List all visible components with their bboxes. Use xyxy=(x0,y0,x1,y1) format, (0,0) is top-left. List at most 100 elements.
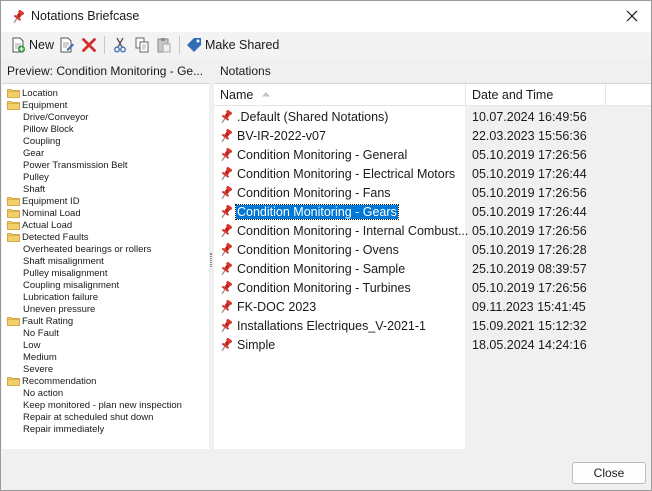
notation-name-cell[interactable]: Condition Monitoring - Internal Combust.… xyxy=(214,223,468,239)
notation-name: Condition Monitoring - Internal Combust.… xyxy=(237,223,469,238)
notation-name-cell[interactable]: Condition Monitoring - Gears xyxy=(214,203,465,220)
notation-name-cell[interactable]: BV-IR-2022-v07 xyxy=(214,128,465,144)
notation-name-cell[interactable]: .Default (Shared Notations) xyxy=(214,109,465,125)
notation-name-cell[interactable]: Simple xyxy=(214,337,465,353)
tree-item[interactable]: Gear xyxy=(2,147,209,159)
tree-item[interactable]: No Fault xyxy=(2,327,209,339)
notation-row[interactable]: Condition Monitoring - Internal Combust.… xyxy=(214,221,468,240)
tree-item-label: Drive/Conveyor xyxy=(23,111,89,123)
notations-briefcase-window: Notations Briefcase New Make Shared Prev… xyxy=(0,0,652,491)
notation-row[interactable]: BV-IR-2022-v07 xyxy=(214,126,465,145)
notation-name-cell[interactable]: Installations Electriques_V-2021-1 xyxy=(214,318,465,334)
notation-date[interactable]: 05.10.2019 17:26:44 xyxy=(466,164,651,183)
tree-folder[interactable]: Recommendation xyxy=(2,375,209,387)
notation-name-cell[interactable]: Condition Monitoring - Sample xyxy=(214,261,465,277)
sort-ascending-icon xyxy=(262,92,270,97)
tree-item[interactable]: No action xyxy=(2,387,209,399)
column-header-name[interactable]: Name xyxy=(214,84,466,106)
notation-row[interactable]: Condition Monitoring - General xyxy=(214,145,465,164)
column-header-name-label: Name xyxy=(220,88,254,102)
edit-button[interactable] xyxy=(56,34,78,56)
folder-icon xyxy=(7,101,20,110)
tree-item-label: Power Transmission Belt xyxy=(23,159,128,171)
tree-folder[interactable]: Equipment xyxy=(2,99,209,111)
date-column: 10.07.2024 16:49:56 22.03.2023 15:56:36 05… xyxy=(466,107,651,354)
notation-name-cell[interactable]: Condition Monitoring - Fans xyxy=(214,185,465,201)
notation-name-cell[interactable]: Condition Monitoring - General xyxy=(214,147,465,163)
notation-date[interactable]: 15.09.2021 15:12:32 xyxy=(466,316,651,335)
tree-item[interactable]: Coupling xyxy=(2,135,209,147)
tree-item[interactable]: Power Transmission Belt xyxy=(2,159,209,171)
tree-item[interactable]: Drive/Conveyor xyxy=(2,111,209,123)
tree-item-label: Location xyxy=(22,87,58,99)
notation-date[interactable]: 05.10.2019 17:26:56 xyxy=(466,145,651,164)
notation-row[interactable]: Installations Electriques_V-2021-1 xyxy=(214,316,465,335)
notation-row[interactable]: Condition Monitoring - Sample xyxy=(214,259,465,278)
folder-icon xyxy=(7,89,20,98)
new-button[interactable]: New xyxy=(8,34,56,56)
pushpin-icon xyxy=(13,9,25,24)
tree-item[interactable]: Pillow Block xyxy=(2,123,209,135)
notation-date[interactable]: 05.10.2019 17:26:56 xyxy=(466,221,651,240)
folder-icon xyxy=(7,197,20,206)
tree-item[interactable]: Overheated bearings or rollers xyxy=(2,243,209,255)
tree-item-label: Equipment ID xyxy=(22,195,80,207)
tree-item[interactable]: Repair at scheduled shut down xyxy=(2,411,209,423)
notation-name-cell[interactable]: Condition Monitoring - Ovens xyxy=(214,242,465,258)
close-button[interactable]: Close xyxy=(572,462,646,484)
notation-row[interactable]: .Default (Shared Notations) xyxy=(214,107,465,126)
notation-row[interactable]: Condition Monitoring - Fans xyxy=(214,183,465,202)
tree-folder[interactable]: Detected Faults xyxy=(2,231,209,243)
copy-button[interactable] xyxy=(131,34,153,56)
title-bar: Notations Briefcase xyxy=(1,1,651,32)
notation-name: Condition Monitoring - Electrical Motors xyxy=(237,166,456,181)
notation-row[interactable]: Simple xyxy=(214,335,465,354)
tree-item-label: Nominal Load xyxy=(22,207,81,219)
tree-item[interactable]: Uneven pressure xyxy=(2,303,209,315)
delete-button[interactable] xyxy=(78,34,100,56)
tree-item[interactable]: Medium xyxy=(2,351,209,363)
window-close-button[interactable] xyxy=(619,4,645,28)
notation-row[interactable]: Condition Monitoring - Ovens xyxy=(214,240,465,259)
tree-item[interactable]: Severe xyxy=(2,363,209,375)
paste-button[interactable] xyxy=(153,34,175,56)
notation-date[interactable]: 10.07.2024 16:49:56 xyxy=(466,107,651,126)
notation-name-cell[interactable]: Condition Monitoring - Turbines xyxy=(214,280,465,296)
notation-name-cell[interactable]: FK-DOC 2023 xyxy=(214,299,465,315)
tree-item[interactable]: Low xyxy=(2,339,209,351)
tree-item[interactable]: Pulley xyxy=(2,171,209,183)
tree-item-label: Severe xyxy=(23,363,54,375)
tree-item[interactable]: Coupling misalignment xyxy=(2,279,209,291)
notation-date[interactable]: 05.10.2019 17:26:56 xyxy=(466,278,651,297)
tree-folder[interactable]: Nominal Load xyxy=(2,207,209,219)
tree-folder[interactable]: Fault Rating xyxy=(2,315,209,327)
notation-date[interactable]: 18.05.2024 14:24:16 xyxy=(466,335,651,354)
tree-item[interactable]: Pulley misalignment xyxy=(2,267,209,279)
notation-date[interactable]: 05.10.2019 17:26:28 xyxy=(466,240,651,259)
cut-button[interactable] xyxy=(109,34,131,56)
notation-date[interactable]: 09.11.2023 15:41:45 xyxy=(466,297,651,316)
tree-item-label: Equipment xyxy=(22,99,68,111)
notation-date[interactable]: 05.10.2019 17:26:44 xyxy=(466,202,651,221)
notation-row[interactable]: FK-DOC 2023 xyxy=(214,297,465,316)
notation-row[interactable]: Condition Monitoring - Electrical Motors xyxy=(214,164,465,183)
tree-folder[interactable]: Location xyxy=(2,87,209,99)
notation-name-cell[interactable]: Condition Monitoring - Electrical Motors xyxy=(214,166,465,182)
make-shared-button[interactable]: Make Shared xyxy=(184,34,281,56)
tree-item[interactable]: Lubrication failure xyxy=(2,291,209,303)
column-header-date[interactable]: Date and Time xyxy=(466,84,606,106)
notation-row[interactable]: Condition Monitoring - Turbines xyxy=(214,278,465,297)
cut-icon xyxy=(114,37,126,53)
notation-date[interactable]: 05.10.2019 17:26:56 xyxy=(466,183,651,202)
preview-tree[interactable]: Location Equipment Drive/Conveyor Pillow Bl… xyxy=(2,83,209,449)
tree-folder[interactable]: Actual Load xyxy=(2,219,209,231)
notation-date[interactable]: 22.03.2023 15:56:36 xyxy=(466,126,651,145)
tree-item[interactable]: Repair immediately xyxy=(2,423,209,435)
tree-item[interactable]: Shaft misalignment xyxy=(2,255,209,267)
notation-date[interactable]: 25.10.2019 08:39:57 xyxy=(466,259,651,278)
notation-row[interactable]: Condition Monitoring - Gears xyxy=(214,202,465,221)
tree-item[interactable]: Shaft xyxy=(2,183,209,195)
tree-folder[interactable]: Equipment ID xyxy=(2,195,209,207)
tree-item-label: Coupling misalignment xyxy=(23,279,120,291)
tree-item[interactable]: Keep monitored - plan new inspection xyxy=(2,399,209,411)
